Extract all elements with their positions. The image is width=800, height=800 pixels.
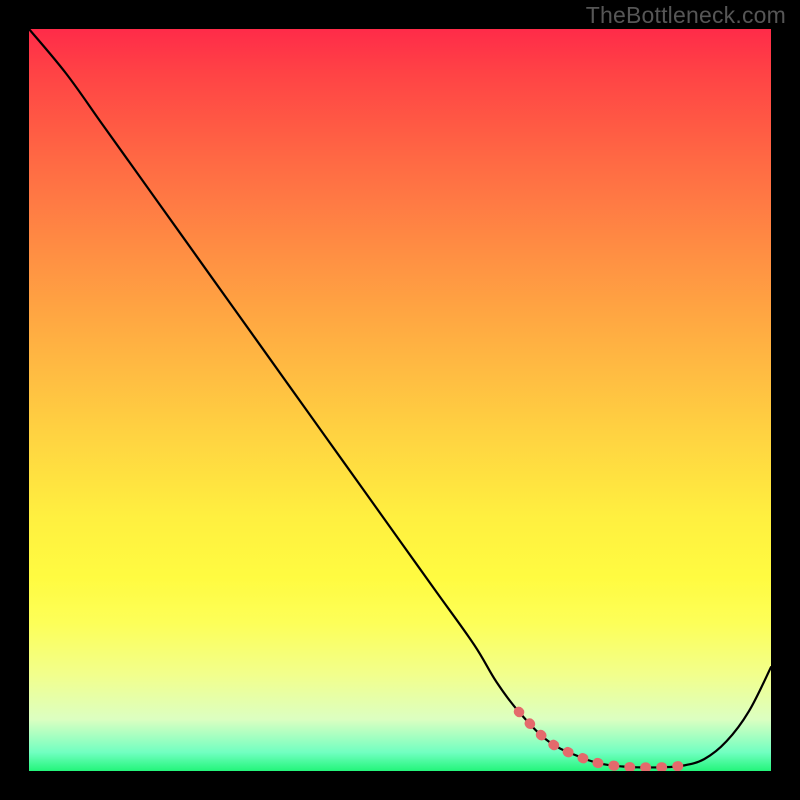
- chart-frame: TheBottleneck.com: [0, 0, 800, 800]
- watermark-text: TheBottleneck.com: [586, 2, 786, 29]
- gradient-plot-area: [29, 29, 771, 771]
